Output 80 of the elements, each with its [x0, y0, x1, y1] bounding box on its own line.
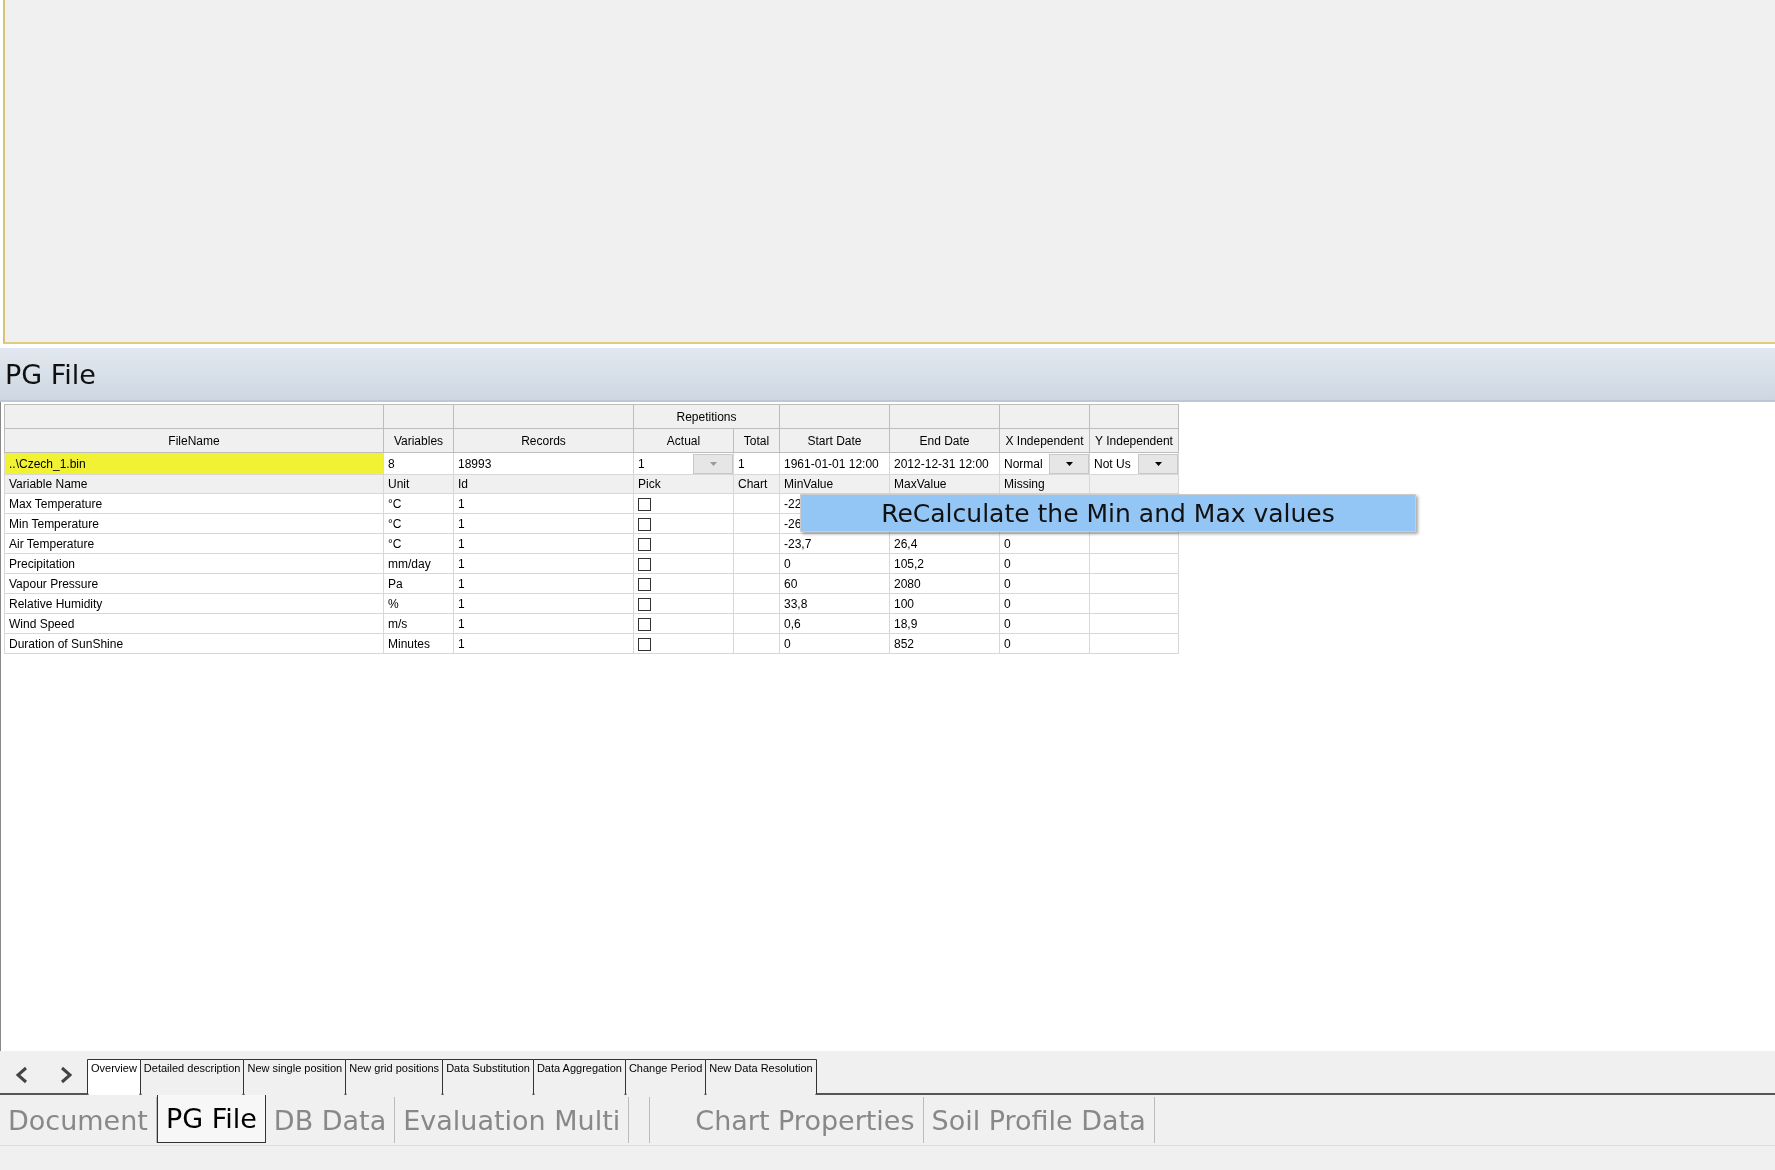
table-cell: 2080 [894, 576, 921, 591]
table-cell: 1 [453, 573, 634, 594]
table-cell: 0 [1004, 636, 1011, 651]
table-cell: Duration of SunShine [4, 633, 384, 654]
table-cell: 1 [453, 593, 634, 614]
sheet-tab[interactable]: New single position [243, 1059, 347, 1097]
checkbox[interactable] [638, 537, 651, 551]
table-cell[interactable]: ..\Czech_1.bin [4, 452, 384, 475]
table-cell: 18993 [453, 452, 634, 475]
table-cell: 26,4 [894, 536, 918, 551]
table-cell: 1961-01-01 12:00 [779, 452, 890, 475]
dropdown[interactable]: Normal [1000, 453, 1089, 474]
sheet-tab[interactable]: Data Aggregation [532, 1059, 626, 1097]
sheet-tab[interactable]: New grid positions [345, 1059, 444, 1097]
table-cell: % [383, 593, 454, 614]
dropdown[interactable]: Not Us [1090, 453, 1178, 474]
table-cell: Pa [383, 573, 454, 594]
table-cell: Min Temperature [4, 513, 384, 534]
table-cell: °C [383, 493, 454, 514]
dropdown[interactable]: 1 [634, 453, 733, 474]
table-cell: Minutes [383, 633, 454, 654]
table-cell: 1 [453, 613, 634, 634]
table-cell: 1 [453, 533, 634, 554]
table-cell: 0 [1004, 616, 1011, 631]
checkbox[interactable] [638, 517, 651, 531]
column-header: X Independent [999, 428, 1090, 453]
sheet-tab[interactable]: New Data Resolution [705, 1059, 817, 1097]
table-cell: m/s [383, 613, 454, 634]
table-cell: Max Temperature [4, 493, 384, 514]
column-header: Records [453, 428, 634, 453]
table-cell: mm/day [383, 553, 454, 574]
table-cell: Vapour Pressure [4, 573, 384, 594]
table-cell: 8 [383, 452, 454, 475]
column-header: FileName [4, 428, 384, 453]
table-cell: 0 [784, 636, 791, 651]
sheet-tab[interactable]: Change Period [624, 1059, 707, 1097]
sheet-tab[interactable]: Data Substitution [442, 1059, 534, 1097]
caret-icon [1049, 453, 1089, 474]
panel-title: PG File [5, 358, 96, 390]
checkbox[interactable] [638, 497, 651, 511]
table-cell: 2012-12-31 12:00 [889, 452, 1000, 475]
table-cell: 1 [453, 633, 634, 654]
checkbox[interactable] [638, 637, 651, 651]
table-cell: 0 [1004, 576, 1011, 591]
table-cell: 1 [453, 553, 634, 574]
table-cell: 60 [784, 576, 798, 591]
table-cell: 0 [1004, 536, 1011, 551]
table-cell: 0 [784, 556, 791, 571]
table-cell: 33,8 [784, 596, 808, 611]
table-cell: -23,7 [784, 536, 812, 551]
table-cell: 0,6 [784, 616, 801, 631]
table-cell: °C [383, 533, 454, 554]
checkbox[interactable] [638, 617, 651, 631]
table-cell: 105,2 [894, 556, 925, 571]
table-cell: 1 [733, 452, 780, 475]
table-cell: °C [383, 513, 454, 534]
column-header: Actual [633, 428, 734, 453]
column-header: Y Independent [1089, 428, 1179, 453]
sheet-tab[interactable]: Detailed description [139, 1059, 245, 1097]
tooltip: ReCalculate the Min and Max values [800, 494, 1416, 532]
sheet-tab[interactable]: Overview [87, 1059, 141, 1097]
checkbox[interactable] [638, 597, 651, 611]
table-cell: 100 [894, 596, 915, 611]
table-cell: 18,9 [894, 616, 918, 631]
column-header: Start Date [779, 428, 890, 453]
table-cell: Air Temperature [4, 533, 384, 554]
column-header: End Date [889, 428, 1000, 453]
table-cell: Wind Speed [4, 613, 384, 634]
table-cell: 1 [453, 513, 634, 534]
table-cell: 852 [894, 636, 915, 651]
table-cell: 0 [1004, 596, 1011, 611]
checkbox[interactable] [638, 577, 651, 591]
tab[interactable]: PG File [156, 1095, 266, 1143]
table-cell: 0 [1004, 556, 1011, 571]
caret-icon [693, 453, 733, 474]
table-cell: Precipitation [4, 553, 384, 574]
table-cell: 1 [453, 493, 634, 514]
column-group-header: Repetitions [633, 404, 780, 429]
table-cell: Relative Humidity [4, 593, 384, 614]
checkbox[interactable] [638, 557, 651, 571]
